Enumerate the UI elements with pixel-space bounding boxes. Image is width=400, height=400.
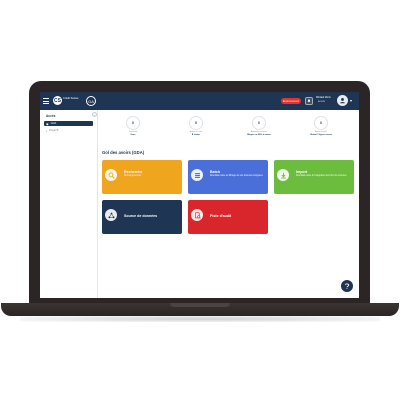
card-import[interactable]: Import Résultats suite à l'intégration d… bbox=[274, 160, 354, 194]
network-icon bbox=[105, 209, 117, 221]
brand-name: Crédit Suisse bbox=[63, 97, 79, 100]
stat-card: 0 Anomalies restantes Mégas en 60% à tra… bbox=[239, 114, 279, 143]
stat-value: 0 bbox=[252, 116, 266, 130]
app-screen: CS Crédit Suisse GA Environnement Mickaë… bbox=[40, 92, 359, 298]
stat-label: Gars bbox=[130, 133, 136, 136]
card-desc: Résultats suite à l'intégration des flux… bbox=[296, 175, 347, 177]
sidebar-title: Accès bbox=[46, 114, 56, 118]
import-icon bbox=[277, 169, 289, 181]
audit-icon bbox=[191, 209, 203, 221]
user-role: ADMIN bbox=[318, 100, 326, 103]
bell-icon[interactable] bbox=[305, 97, 313, 105]
sidebar-item-projet[interactable]: ▪ Projet B bbox=[44, 128, 93, 133]
user-name: Mickaël Morin bbox=[316, 96, 331, 99]
sidebar: Accès ‹ ◉ GDA ▪ Projet B bbox=[40, 110, 98, 298]
card-title: Import bbox=[296, 170, 308, 174]
main-content: 0 Total traité Gars 0 Actions à traiter … bbox=[98, 110, 359, 298]
stat-label: À traiter bbox=[191, 133, 201, 136]
batch-icon bbox=[191, 169, 203, 181]
card-recherche[interactable]: Recherche Renseignements bbox=[102, 160, 182, 194]
top-bar: CS Crédit Suisse GA Environnement Mickaë… bbox=[40, 92, 359, 110]
menu-icon[interactable] bbox=[43, 98, 49, 104]
avatar[interactable] bbox=[337, 95, 348, 106]
card-desc: Renseignements bbox=[124, 175, 142, 177]
search-icon bbox=[105, 169, 117, 181]
laptop-notch bbox=[170, 303, 230, 307]
chevron-down-icon[interactable]: ▾ bbox=[350, 98, 352, 103]
stats-row: 0 Total traité Gars 0 Actions à traiter … bbox=[101, 114, 357, 143]
card-title: Batch bbox=[210, 170, 220, 174]
collapse-icon[interactable]: ‹ bbox=[92, 112, 97, 117]
folder-icon: ▪ bbox=[46, 128, 48, 133]
brand-logo: CS bbox=[53, 96, 62, 105]
stat-card: 0 Total traité Gars bbox=[113, 114, 153, 143]
stat-card: 0 Avoirs restants Global / Hyper ouvert bbox=[301, 114, 341, 143]
sidebar-item-gda[interactable]: ◉ GDA bbox=[44, 121, 93, 126]
stat-value: 0 bbox=[126, 116, 140, 130]
sidebar-item-label: Projet B bbox=[49, 129, 59, 132]
help-icon[interactable] bbox=[341, 280, 353, 292]
card-piste-audit[interactable]: Piste d'audit bbox=[188, 200, 268, 234]
stat-value: 0 bbox=[189, 116, 203, 130]
stat-value: 0 bbox=[314, 116, 328, 130]
stat-card: 0 Actions à traiter À traiter bbox=[176, 114, 216, 143]
card-title: Source de données bbox=[124, 213, 158, 218]
laptop-shadow bbox=[20, 316, 380, 322]
card-source-donnees[interactable]: Source de données bbox=[102, 200, 182, 234]
grid-icon: ◉ bbox=[46, 121, 49, 126]
environment-badge[interactable]: Environnement bbox=[281, 98, 301, 104]
card-batch[interactable]: Batch Résultats suite au filtrage de vos… bbox=[188, 160, 268, 194]
app-logo[interactable]: GA bbox=[86, 96, 96, 106]
sidebar-item-label: GDA bbox=[50, 122, 57, 125]
stat-label: Mégas en 60% à traiter bbox=[247, 133, 271, 136]
section-title: Gol des avoirs (GDA) bbox=[102, 150, 145, 155]
card-title: Recherche bbox=[124, 170, 143, 174]
stat-label: Global / Hyper ouvert bbox=[309, 133, 333, 136]
card-desc: Résultats suite au filtrage de vos donné… bbox=[210, 175, 263, 177]
card-title: Piste d'audit bbox=[210, 213, 232, 218]
